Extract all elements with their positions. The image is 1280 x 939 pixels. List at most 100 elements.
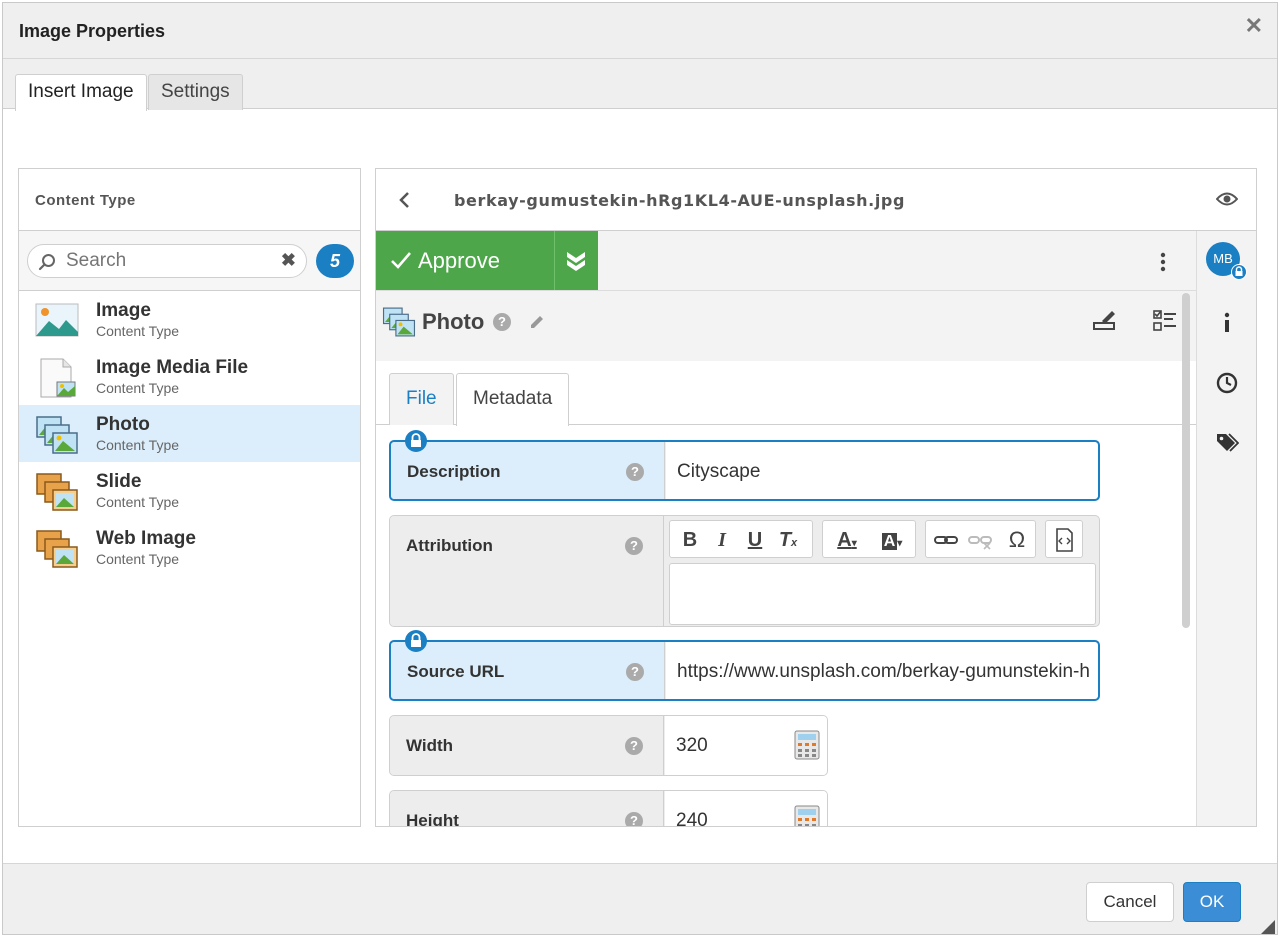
resize-grip-icon[interactable] [1261,920,1275,934]
content-type-subtitle: Content Type [96,437,180,453]
field-label: Height [406,811,459,827]
content-type-item-photo[interactable]: Photo Content Type [19,405,360,462]
clear-format-icon[interactable]: Tx [774,527,802,553]
approve-label: Approve [418,248,500,273]
field-label: Attribution [406,536,493,555]
description-value: Cityscape [677,461,761,482]
content-type-name: Slide [96,471,142,492]
attribution-field: Attribution ? B I U Tx A▾ A ▾ Ω [389,515,1100,627]
height-field: Height ? 240 [389,790,828,827]
lock-icon [405,630,427,652]
eye-icon[interactable] [1216,191,1238,207]
source-group [1045,520,1083,558]
search-icon [38,254,55,271]
pencil-icon[interactable] [528,313,546,331]
field-label-area [390,516,664,626]
content-type-subtitle: Content Type [96,551,180,567]
field-label: Description [407,462,501,481]
chevron-left-icon[interactable] [398,191,412,209]
content-type-name: Image Media File [96,357,249,378]
help-icon[interactable]: ? [625,812,643,826]
help-icon[interactable]: ? [625,737,643,755]
content-type-name: Image [96,300,151,321]
italic-icon[interactable]: I [708,527,736,553]
content-type-panel: Content Type ✖ 5 Image Content Type [18,168,361,827]
content-type-subtitle: Content Type [96,380,180,396]
height-value: 240 [676,810,708,827]
underline-icon[interactable]: U [741,527,769,553]
file-name-title: berkay-gumustekin-hRg1KL4-AUE-unsplash.j… [454,191,906,210]
close-icon[interactable]: ✕ [1245,13,1263,39]
dialog-title: Image Properties [19,21,166,41]
result-count-badge: 5 [316,244,354,278]
width-value: 320 [676,735,708,756]
tab-metadata[interactable]: Metadata [456,373,570,426]
approve-dropdown-button[interactable] [554,231,598,290]
search-box[interactable]: ✖ [27,244,307,278]
info-icon[interactable] [1215,311,1239,335]
source-url-field: Source URL ? https://www.unsplash.com/be… [389,630,1100,701]
image-landscape-icon [35,303,79,337]
dialog-tabbar: Insert Image Settings [3,59,1277,111]
content-type-item-image-media-file[interactable]: Image Media File Content Type [19,348,360,405]
help-icon[interactable]: ? [626,663,644,681]
web-image-stack-icon [36,530,78,568]
field-label: Width [406,736,454,755]
detail-tabs: File Metadata [376,361,1196,426]
double-chevron-down-icon [567,252,585,271]
content-type-name: Photo [96,414,150,435]
checklist-icon[interactable] [1152,309,1178,333]
search-input[interactable] [66,249,276,273]
cancel-button[interactable]: Cancel [1086,882,1174,922]
tags-icon[interactable] [1215,431,1239,455]
tab-file[interactable]: File [389,373,454,425]
approve-button[interactable]: Approve [376,231,554,290]
edit-field-icon[interactable] [1092,309,1118,333]
field-label: Source URL [407,662,505,681]
check-icon [391,252,411,269]
ok-button[interactable]: OK [1183,882,1241,922]
tab-settings[interactable]: Settings [148,74,243,110]
tab-insert-image[interactable]: Insert Image [15,74,147,111]
clear-search-icon[interactable]: ✖ [281,250,296,271]
special-character-icon[interactable]: Ω [1003,527,1031,553]
background-color-icon[interactable]: A ▾ [873,527,911,553]
dialog-header: Image Properties ✕ [3,3,1277,59]
source-url-value: https://www.unsplash.com/berkay-gumunste… [677,661,1090,682]
help-icon[interactable]: ? [493,313,511,331]
attribution-editor[interactable] [669,563,1096,625]
image-properties-dialog: Image Properties ✕ Insert Image Settings… [2,2,1278,935]
more-options-icon[interactable] [1153,251,1173,273]
link-icon[interactable] [932,527,960,553]
slide-stack-icon [36,473,78,511]
width-field: Width ? 320 [389,715,828,776]
search-row: ✖ 5 [19,231,360,291]
dialog-footer: Cancel OK [3,863,1277,934]
calculator-icon[interactable] [794,730,820,760]
content-type-item-image[interactable]: Image Content Type [19,291,360,348]
scrollbar[interactable] [1182,293,1190,628]
help-icon[interactable]: ? [625,537,643,555]
clock-icon[interactable] [1215,371,1239,395]
help-icon[interactable]: ? [626,463,644,481]
content-type-item-slide[interactable]: Slide Content Type [19,462,360,519]
content-type-item-web-image[interactable]: Web Image Content Type [19,519,360,576]
content-type-subtitle: Content Type [96,323,180,339]
calculator-icon[interactable] [794,805,820,827]
side-rail: MB [1196,231,1256,826]
text-color-icon[interactable]: A▾ [829,527,865,553]
lock-icon [1231,264,1247,280]
bold-icon[interactable]: B [676,527,704,553]
content-type-label: Photo [422,309,485,334]
image-file-icon [40,358,76,398]
detail-header: berkay-gumustekin-hRg1KL4-AUE-unsplash.j… [376,169,1256,231]
content-type-subtitle: Content Type [96,494,180,510]
photo-stack-icon [36,416,78,454]
insert-group: Ω [925,520,1036,558]
detail-panel: berkay-gumustekin-hRg1KL4-AUE-unsplash.j… [375,168,1257,827]
photo-stack-icon [382,307,416,337]
content-type-row: Photo ? [376,291,1196,361]
source-code-icon[interactable] [1050,527,1078,553]
format-group: B I U Tx [669,520,813,558]
unlink-icon[interactable] [966,527,994,553]
